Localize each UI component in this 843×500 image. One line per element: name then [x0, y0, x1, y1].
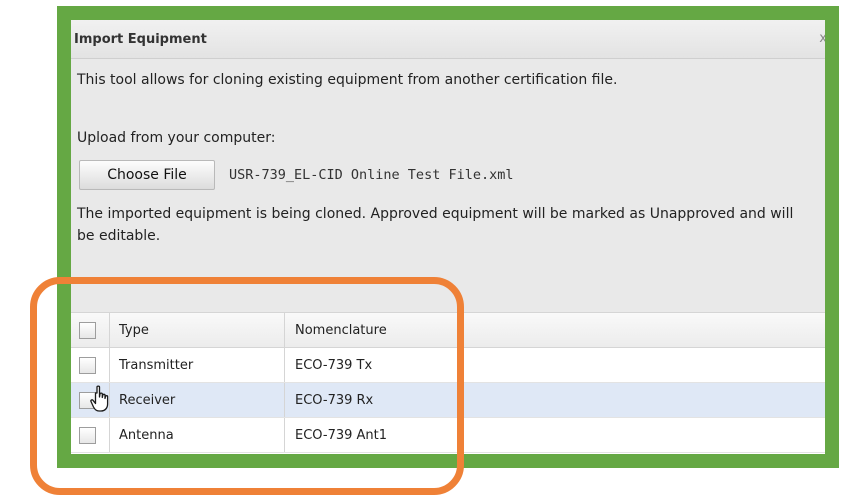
- table-row[interactable]: Receiver ECO-739 Rx: [71, 383, 825, 418]
- intro-text: This tool allows for cloning existing eq…: [77, 72, 618, 88]
- row-nomenclature: ECO-739 Rx: [295, 393, 374, 408]
- grid-header-row: Type Nomenclature: [71, 313, 825, 348]
- status-message: The imported equipment is being cloned. …: [77, 206, 794, 244]
- choose-file-button[interactable]: Choose File: [79, 160, 215, 190]
- equipment-grid: Type Nomenclature Transmitter ECO-739 Tx…: [71, 312, 825, 454]
- table-row[interactable]: Antenna ECO-739 Ant1: [71, 418, 825, 453]
- column-header-nomenclature[interactable]: Nomenclature: [295, 323, 387, 338]
- row-type: Receiver: [119, 393, 176, 408]
- table-row[interactable]: Transmitter ECO-739 Tx: [71, 348, 825, 383]
- column-header-type[interactable]: Type: [119, 323, 149, 338]
- row-type: Transmitter: [119, 358, 194, 373]
- row-checkbox[interactable]: [79, 392, 96, 409]
- import-equipment-dialog: Import Equipment x This tool allows for …: [57, 6, 839, 468]
- dialog-title: Import Equipment: [74, 32, 207, 47]
- row-checkbox[interactable]: [79, 427, 96, 444]
- dialog-header: Import Equipment x: [71, 20, 825, 59]
- close-icon[interactable]: x: [819, 31, 825, 46]
- select-all-checkbox[interactable]: [79, 322, 96, 339]
- row-nomenclature: ECO-739 Tx: [295, 358, 373, 373]
- row-type: Antenna: [119, 428, 174, 443]
- selected-file-name: USR-739_EL-CID Online Test File.xml: [229, 167, 514, 183]
- row-nomenclature: ECO-739 Ant1: [295, 428, 388, 443]
- row-checkbox[interactable]: [79, 357, 96, 374]
- upload-label: Upload from your computer:: [77, 130, 276, 146]
